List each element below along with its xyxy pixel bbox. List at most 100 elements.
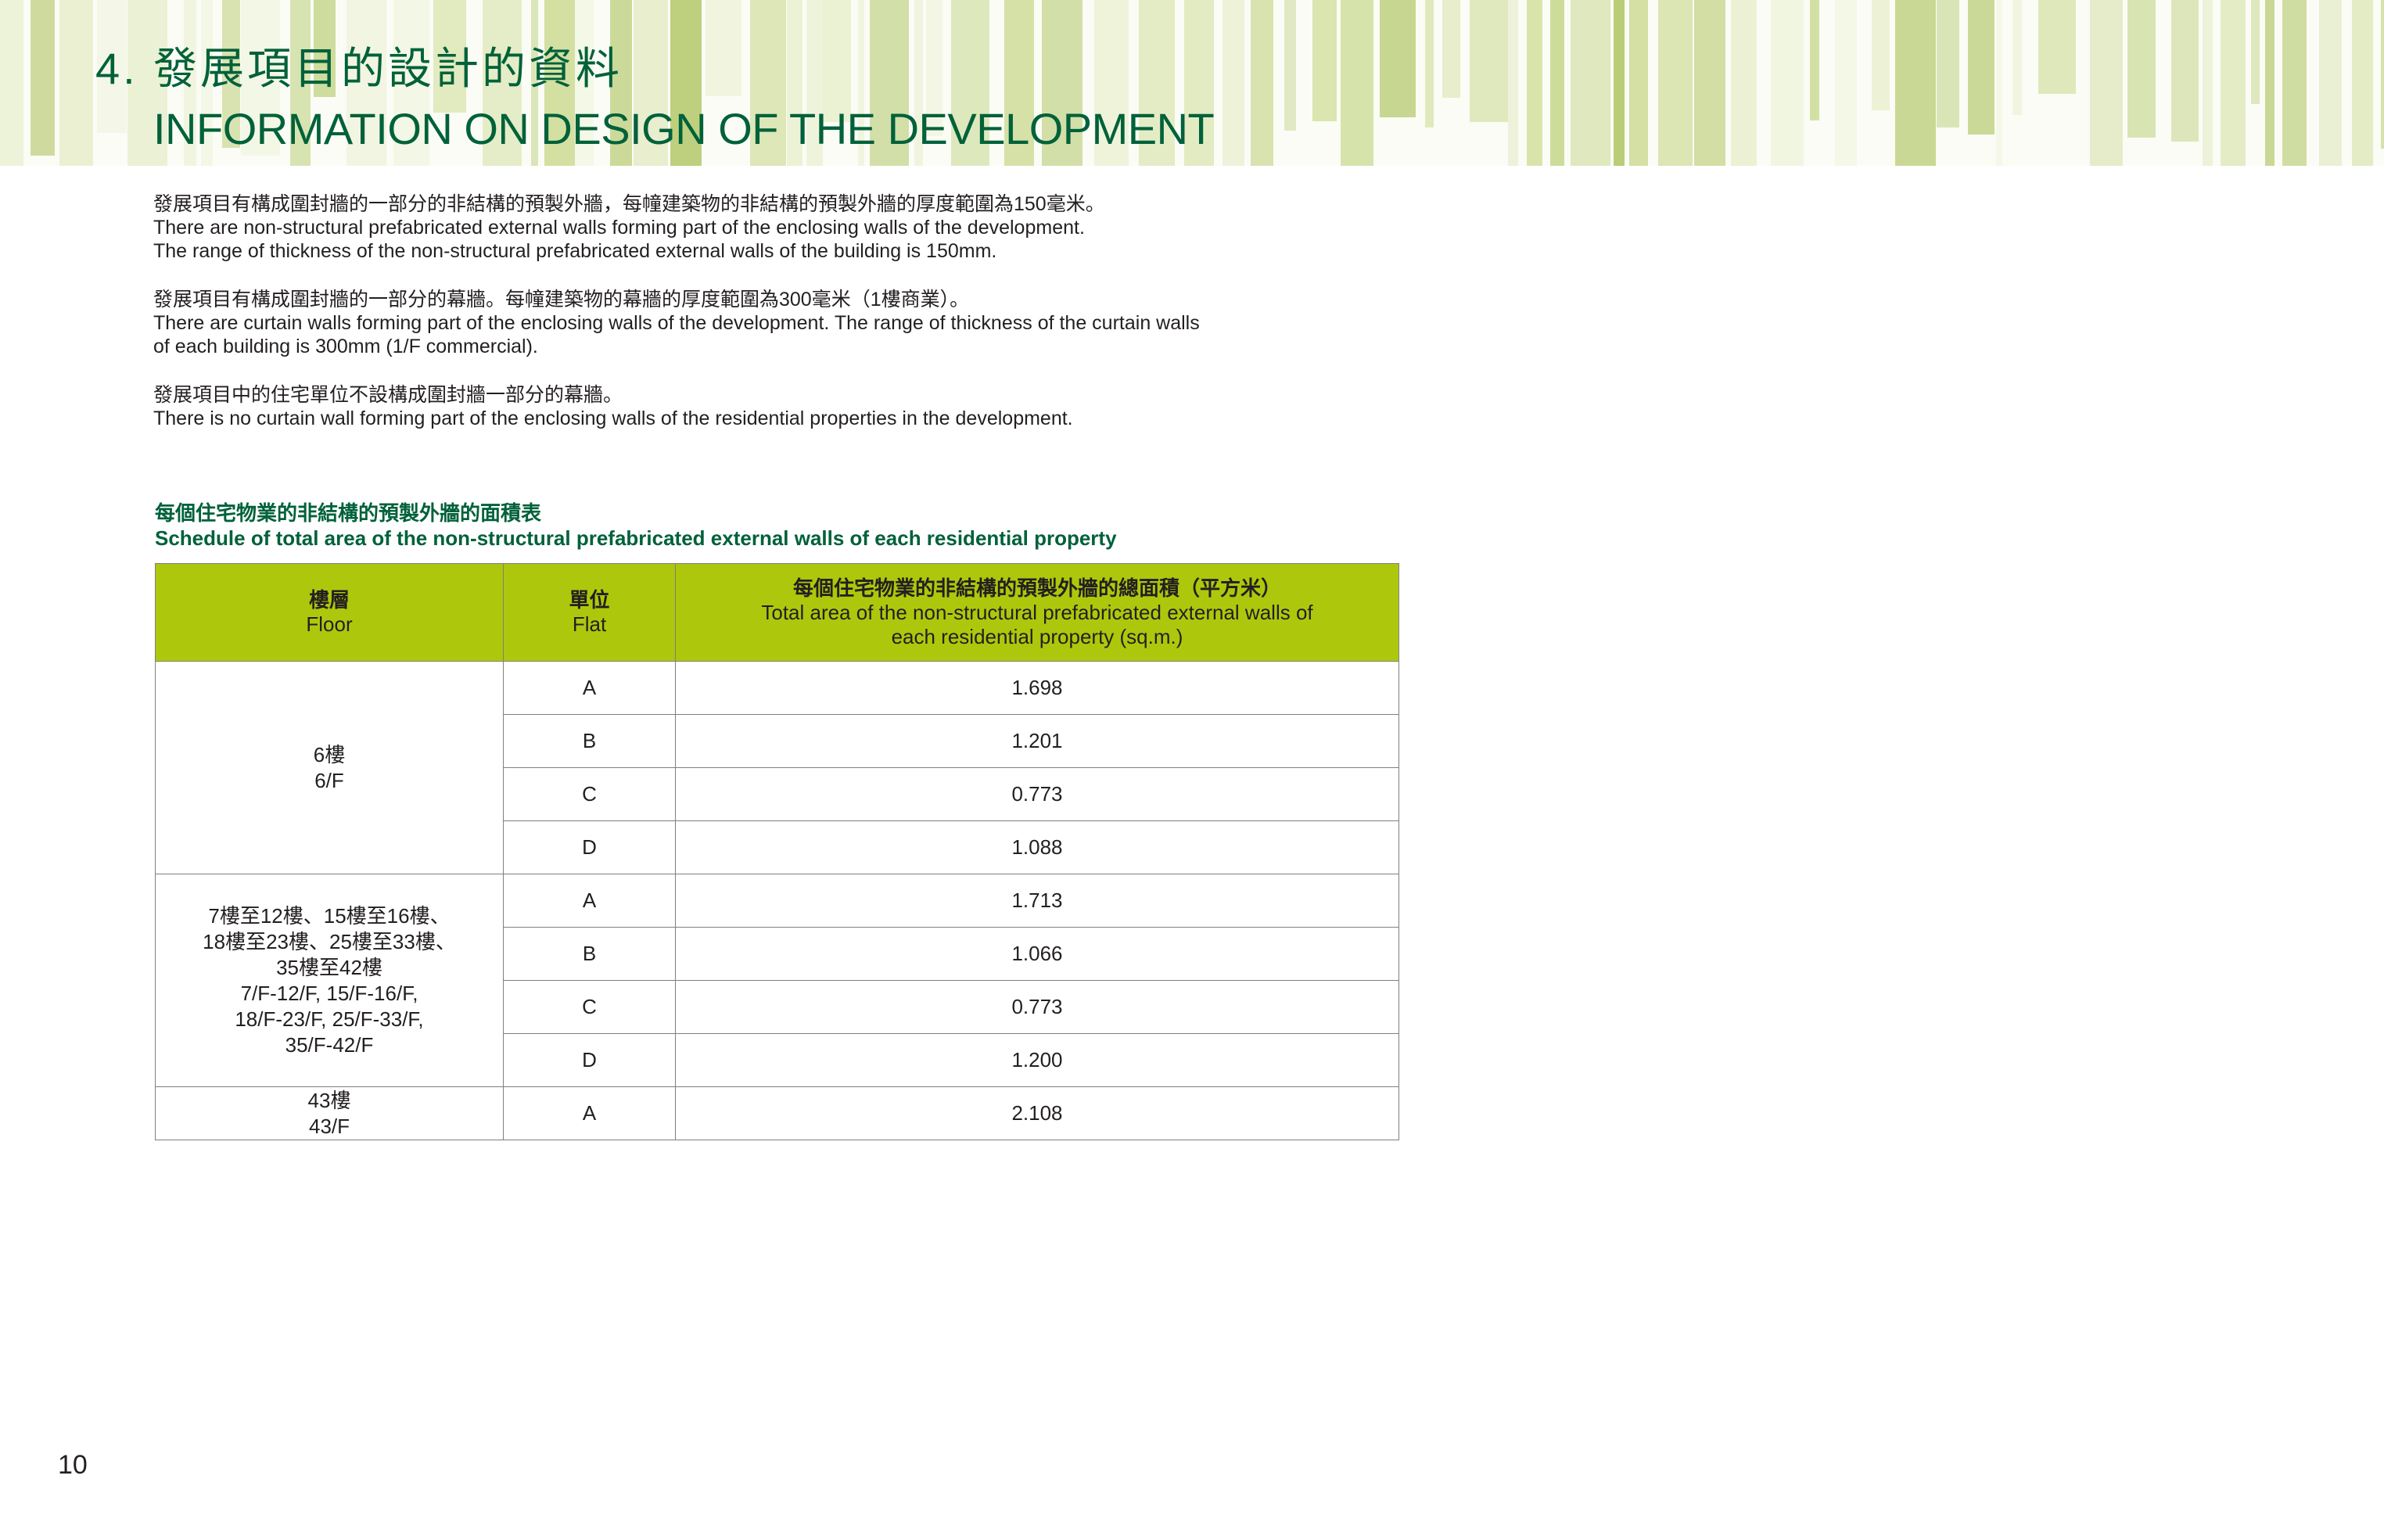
floor-cell: 6樓 6/F (155, 661, 504, 874)
banner-stripe (1731, 0, 1757, 166)
banner-stripe (1658, 0, 1693, 166)
header-total-area: 每個住宅物業的非結構的預製外牆的總面積（平方米） Total area of t… (675, 563, 1399, 662)
banner-stripe (1968, 0, 1994, 135)
header-flat: 單位 Flat (503, 563, 676, 662)
floor-cell: 7樓至12樓、15樓至16樓、 18樓至23樓、25樓至33樓、 35樓至42樓 7/… (155, 874, 504, 1087)
paragraph-no-curtain-wall: 發展項目中的住宅單位不設構成圍封牆一部分的幕牆。 There is no cur… (153, 383, 1436, 430)
paragraph-zh: 發展項目有構成圍封牆的一部分的非結構的預製外牆，每幢建築物的非結構的預製外牆的厚… (153, 193, 1105, 215)
banner-stripe (59, 0, 93, 166)
section-number: 4. (95, 44, 138, 93)
flat-cell: B (503, 714, 676, 768)
banner-stripe (2171, 0, 2199, 142)
section-title-en: INFORMATION ON DESIGN OF THE DEVELOPMENT (153, 104, 1215, 153)
paragraph-prefabricated-walls: 發展項目有構成圍封牆的一部分的非結構的預製外牆，每幢建築物的非結構的預製外牆的厚… (153, 192, 1436, 263)
paragraph-curtain-walls: 發展項目有構成圍封牆的一部分的幕牆。每幢建築物的幕牆的厚度範圍為300毫米（1樓… (153, 288, 1436, 358)
floor-line: 35/F-42/F (285, 1032, 374, 1057)
banner-stripe (2012, 0, 2022, 115)
banner-stripe (2038, 0, 2076, 94)
banner-stripe (2282, 0, 2307, 166)
paragraph-en-line: There is no curtain wall forming part of… (153, 407, 1073, 429)
schedule-title-en: Schedule of total area of the non-struct… (155, 526, 1117, 550)
paragraph-en-line: of each building is 300mm (1/F commercia… (153, 336, 538, 357)
floor-line: 18/F-23/F, 25/F-33/F, (235, 1007, 424, 1031)
banner-stripe (1835, 0, 1857, 166)
banner-stripe (1312, 0, 1337, 121)
floor-line: 43樓 (307, 1088, 351, 1112)
area-cell: 1.066 (675, 927, 1399, 981)
area-cell: 1.698 (675, 661, 1399, 715)
banner-stripe (2221, 0, 2246, 166)
banner-stripe (2352, 0, 2373, 166)
banner-stripe (2381, 0, 2384, 149)
flat-cell: B (503, 927, 676, 981)
floor-line: 6樓 (313, 742, 346, 766)
banner-stripe (1629, 0, 1648, 166)
flat-cell: A (503, 661, 676, 715)
banner-stripe (1380, 0, 1416, 117)
paragraph-en-line: The range of thickness of the non-struct… (153, 240, 997, 262)
flat-cell: C (503, 980, 676, 1034)
banner-stripe (1937, 0, 1959, 127)
flat-cell: A (503, 874, 676, 928)
table-row: 6樓 6/F A 1.698 (155, 661, 1399, 874)
flat-cell: C (503, 767, 676, 821)
schedule-title-zh: 每個住宅物業的非結構的預製外牆的面積表 (155, 501, 542, 525)
area-cell: 2.108 (675, 1086, 1399, 1140)
banner-stripe (1996, 0, 2002, 166)
floor-line: 18樓至23樓、25樓至33樓、 (203, 929, 456, 953)
banner-stripe (2251, 0, 2260, 104)
banner-stripe (2090, 0, 2123, 166)
banner-stripe (1223, 0, 1244, 166)
page-number: 10 (58, 1450, 88, 1480)
banner-stripe (1508, 0, 1518, 166)
section-title-zh: 4. 發展項目的設計的資料 (95, 38, 1214, 100)
banner-stripe (1442, 0, 1460, 98)
flat-cell: D (503, 820, 676, 874)
floor-cell: 43樓 43/F (155, 1086, 504, 1140)
banner-stripe (1470, 0, 1508, 122)
floor-line: 35樓至42樓 (276, 955, 382, 979)
banner-stripe (2127, 0, 2156, 138)
area-cell: 1.088 (675, 820, 1399, 874)
floor-line: 7/F-12/F, 15/F-16/F, (240, 981, 418, 1005)
table-header-row: 樓層 Floor 單位 Flat 每個住宅物業的非結構的預製外牆的總面積（平方米… (155, 563, 1399, 662)
banner-stripe (1527, 0, 1542, 166)
wall-area-table: 樓層 Floor 單位 Flat 每個住宅物業的非結構的預製外牆的總面積（平方米… (155, 563, 1399, 1140)
schedule-title: 每個住宅物業的非結構的預製外牆的面積表 Schedule of total ar… (155, 501, 1117, 551)
banner-stripe (1425, 0, 1434, 127)
banner-stripe (1341, 0, 1373, 166)
banner-stripe (1771, 0, 1804, 166)
banner-stripe (1251, 0, 1273, 166)
area-cell: 0.773 (675, 980, 1399, 1034)
banner-stripe (1895, 0, 1936, 166)
banner-stripe (1284, 0, 1296, 131)
banner-stripe (1614, 0, 1625, 166)
floor-line: 43/F (308, 1114, 350, 1138)
paragraph-en-line: There are non-structural prefabricated e… (153, 217, 1085, 239)
area-cell: 1.201 (675, 714, 1399, 768)
flat-cell: A (503, 1086, 676, 1140)
paragraph-en-line: There are curtain walls forming part of … (153, 312, 1200, 334)
banner-stripe (1550, 0, 1564, 166)
section-heading: 4. 發展項目的設計的資料 INFORMATION ON DESIGN OF TH… (95, 38, 1215, 158)
banner-stripe (31, 0, 55, 156)
area-cell: 1.713 (675, 874, 1399, 928)
banner-stripe (1571, 0, 1610, 166)
banner-stripe (2265, 0, 2274, 166)
paragraph-zh: 發展項目中的住宅單位不設構成圍封牆一部分的幕牆。 (153, 384, 623, 406)
area-cell: 1.200 (675, 1033, 1399, 1087)
paragraph-zh: 發展項目有構成圍封牆的一部分的幕牆。每幢建築物的幕牆的厚度範圍為300毫米（1樓… (153, 289, 970, 311)
floor-line: 6/F (314, 768, 344, 792)
banner-stripe (0, 0, 23, 166)
banner-stripe (1810, 0, 1819, 120)
banner-stripe (2203, 0, 2213, 166)
banner-stripe (2319, 0, 2342, 166)
table-row: 7樓至12樓、15樓至16樓、 18樓至23樓、25樓至33樓、 35樓至42樓 7/… (155, 874, 1399, 1087)
banner-stripe (1694, 0, 1725, 166)
header-floor: 樓層 Floor (155, 563, 504, 662)
flat-cell: D (503, 1033, 676, 1087)
table-row: 43樓 43/F A 2.108 (155, 1086, 1399, 1140)
floor-line: 7樓至12樓、15樓至16樓、 (208, 903, 451, 928)
banner-stripe (1872, 0, 1890, 110)
table-body: 6樓 6/F A 1.698 B 1.201 C 0.773 D 1.088 7樓至12樓、15樓至… (155, 661, 1399, 1140)
